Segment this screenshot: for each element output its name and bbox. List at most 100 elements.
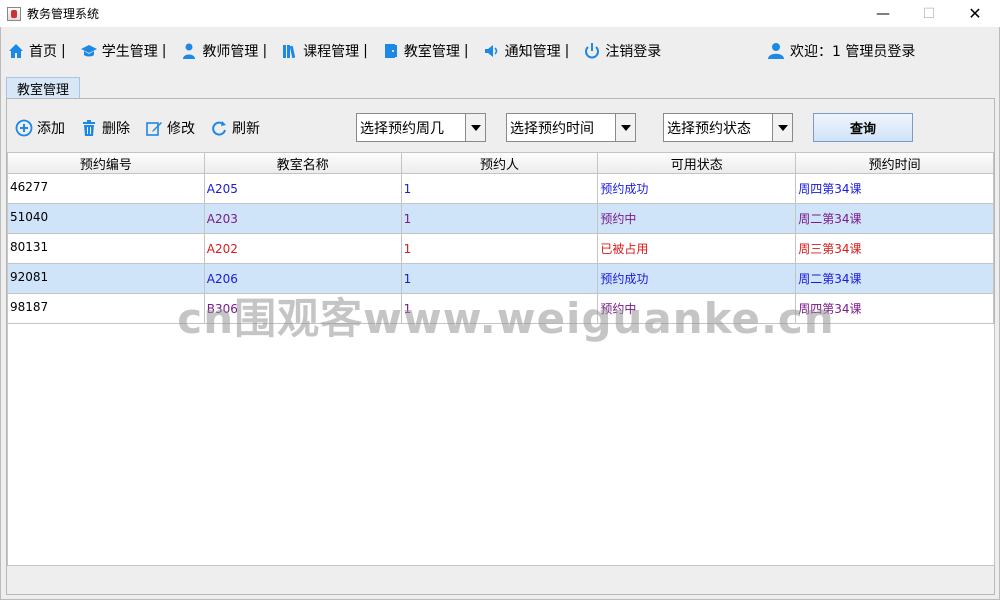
table-cell-person[interactable]: 1: [401, 204, 599, 234]
table-cell-status[interactable]: 预约成功: [598, 174, 797, 204]
time-select[interactable]: 选择预约时间: [506, 113, 636, 142]
minimize-button[interactable]: —: [860, 0, 906, 27]
menu-label: 教师管理: [202, 44, 259, 60]
title-bar: 教务管理系统 — ☐ ✕: [0, 0, 1000, 27]
user-icon: [767, 42, 785, 60]
table-cell-status[interactable]: 预约中: [598, 204, 797, 234]
table-cell-room[interactable]: A205: [204, 174, 402, 204]
delete-label: 删除: [102, 121, 130, 137]
edit-label: 修改: [167, 121, 195, 137]
menu-item-student[interactable]: 学生管理 |: [80, 41, 175, 61]
books-icon: [281, 42, 299, 60]
menu-separator: |: [161, 43, 167, 59]
column-header[interactable]: 预约人: [401, 152, 599, 174]
menu-separator: |: [463, 43, 469, 59]
table-header: 预约编号 教室名称 预约人 可用状态 预约时间: [8, 152, 994, 174]
table-cell-person[interactable]: 1: [401, 264, 599, 294]
speaker-icon: [483, 42, 501, 60]
plus-circle-icon: [15, 119, 33, 137]
menu-item-logout[interactable]: 注销登录: [583, 41, 661, 61]
chevron-down-icon[interactable]: [465, 114, 485, 141]
welcome-message: 欢迎：1 管理员登录: [767, 39, 915, 63]
column-header[interactable]: 可用状态: [598, 152, 797, 174]
menu-item-course[interactable]: 课程管理 |: [281, 41, 376, 61]
table-cell-room[interactable]: A206: [204, 264, 402, 294]
trash-icon: [80, 119, 98, 137]
table-row[interactable]: 46277 A205 1 预约成功 周四第34课: [8, 174, 994, 204]
java-app-icon: [7, 6, 21, 21]
reservation-table: 预约编号 教室名称 预约人 可用状态 预约时间 46277 A205 1 预约成功 周四…: [7, 152, 995, 566]
table-row[interactable]: 92081 A206 1 预约成功 周二第34课: [8, 264, 994, 294]
menu-separator: |: [61, 43, 66, 59]
menu-item-teacher[interactable]: 教师管理 |: [180, 41, 275, 61]
column-header[interactable]: 预约时间: [796, 152, 994, 174]
toolbar: 添加 删除 修改 刷新: [15, 117, 275, 139]
add-label: 添加: [37, 121, 65, 137]
menu-item-home[interactable]: 首页 |: [7, 41, 74, 61]
main-menu: 首页 | 学生管理 | 教师管理 | 课程管理 | 教室管理 | 通知管理 | …: [7, 39, 667, 63]
week-select-value: 选择预约周几: [360, 120, 444, 137]
column-header[interactable]: 预约编号: [8, 152, 205, 174]
column-header[interactable]: 教室名称: [204, 152, 402, 174]
table-cell-id[interactable]: 51040: [8, 204, 205, 234]
maximize-button[interactable]: ☐: [906, 0, 952, 27]
menu-label: 教室管理: [403, 44, 460, 60]
edit-icon: [145, 119, 163, 137]
table-cell-time[interactable]: 周二第34课: [796, 204, 994, 234]
table-body: 46277 A205 1 预约成功 周四第34课 51040 A203 1 预约中 周二第34课 8…: [8, 174, 994, 324]
menu-label: 通知管理: [504, 44, 561, 60]
table-cell-status[interactable]: 已被占用: [598, 234, 797, 264]
add-button[interactable]: 添加: [15, 118, 65, 138]
status-select[interactable]: 选择预约状态: [663, 113, 793, 142]
tab-classroom[interactable]: 教室管理: [6, 77, 80, 99]
table-cell-id[interactable]: 46277: [8, 174, 205, 204]
week-select[interactable]: 选择预约周几: [356, 113, 486, 142]
door-icon: [382, 42, 400, 60]
table-cell-id[interactable]: 80131: [8, 234, 205, 264]
close-button[interactable]: ✕: [952, 0, 998, 27]
table-cell-time[interactable]: 周四第34课: [796, 174, 994, 204]
table-cell-time[interactable]: 周四第34课: [796, 294, 994, 324]
table-empty-area: [8, 324, 995, 566]
menu-label: 学生管理: [101, 44, 158, 60]
chevron-down-icon[interactable]: [615, 114, 635, 141]
menu-label: 注销登录: [605, 44, 662, 60]
menu-label: 首页: [29, 44, 57, 60]
table-row[interactable]: 80131 A202 1 已被占用 周三第34课: [8, 234, 994, 264]
table-cell-id[interactable]: 98187: [8, 294, 205, 324]
edit-button[interactable]: 修改: [145, 118, 195, 138]
query-button[interactable]: 查询: [813, 113, 913, 142]
table-cell-room[interactable]: A203: [204, 204, 402, 234]
menu-separator: |: [564, 43, 570, 59]
table-cell-person[interactable]: 1: [401, 234, 599, 264]
welcome-text: 欢迎：1 管理员登录: [790, 44, 916, 60]
delete-button[interactable]: 删除: [80, 118, 130, 138]
teacher-icon: [180, 42, 198, 60]
table-row[interactable]: 51040 A203 1 预约中 周二第34课: [8, 204, 994, 234]
table-cell-person[interactable]: 1: [401, 174, 599, 204]
refresh-label: 刷新: [232, 121, 260, 137]
table-cell-status[interactable]: 预约成功: [598, 264, 797, 294]
table-row[interactable]: 98187 B306 1 预约中 周四第34课: [8, 294, 994, 324]
time-select-value: 选择预约时间: [510, 120, 594, 137]
status-select-value: 选择预约状态: [667, 120, 751, 137]
menu-label: 课程管理: [303, 44, 360, 60]
menu-item-notice[interactable]: 通知管理 |: [483, 41, 578, 61]
home-icon: [7, 42, 25, 60]
table-cell-time[interactable]: 周三第34课: [796, 234, 994, 264]
window-title: 教务管理系统: [27, 7, 100, 21]
table-cell-status[interactable]: 预约中: [598, 294, 797, 324]
table-cell-person[interactable]: 1: [401, 294, 599, 324]
menu-item-classroom[interactable]: 教室管理 |: [382, 41, 477, 61]
table-cell-room[interactable]: B306: [204, 294, 402, 324]
menu-separator: |: [262, 43, 268, 59]
menu-separator: |: [363, 43, 368, 59]
table-cell-time[interactable]: 周二第34课: [796, 264, 994, 294]
chevron-down-icon[interactable]: [772, 114, 792, 141]
graduation-cap-icon: [80, 42, 98, 60]
table-cell-id[interactable]: 92081: [8, 264, 205, 294]
main-window: 首页 | 学生管理 | 教师管理 | 课程管理 | 教室管理 | 通知管理 | …: [0, 27, 1000, 600]
power-icon: [583, 42, 601, 60]
refresh-button[interactable]: 刷新: [210, 118, 260, 138]
table-cell-room[interactable]: A202: [204, 234, 402, 264]
